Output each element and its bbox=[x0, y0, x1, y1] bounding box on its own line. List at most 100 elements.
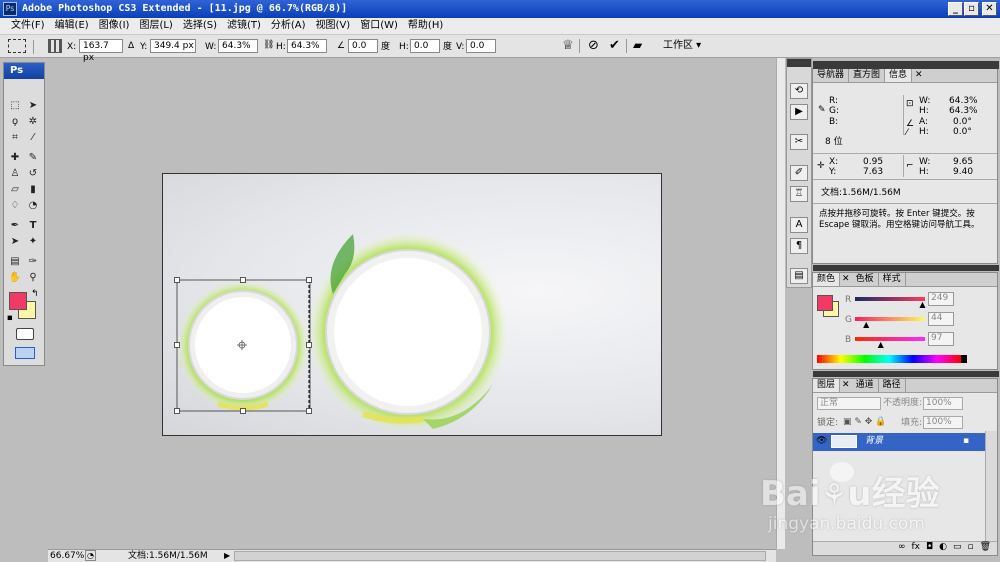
notes-tool-icon[interactable]: ▤ bbox=[8, 256, 22, 268]
tab-layers[interactable]: 图层 bbox=[813, 379, 841, 392]
clone-stamp-tool-icon[interactable]: ♙ bbox=[8, 168, 22, 180]
warp-icon[interactable]: ♕ bbox=[562, 38, 574, 53]
r-slider-thumb[interactable]: ▲ bbox=[919, 300, 925, 309]
tab-info[interactable]: 信息 bbox=[885, 69, 913, 82]
layer-row-background[interactable]: 👁 背景 ▪ bbox=[813, 433, 985, 451]
eyedropper-tool-icon[interactable]: ✑ bbox=[26, 256, 40, 268]
tab-histogram[interactable]: 直方图 bbox=[849, 69, 886, 82]
healing-brush-tool-icon[interactable]: ✚ bbox=[8, 152, 22, 164]
minimize-button[interactable]: _ bbox=[948, 2, 963, 16]
adjustment-layer-icon[interactable]: ◐ bbox=[939, 542, 947, 555]
zoom-tool-icon[interactable]: ⚲ bbox=[26, 272, 40, 284]
menu-filter[interactable]: 滤镜(T) bbox=[222, 18, 266, 34]
menu-help[interactable]: 帮助(H) bbox=[403, 18, 448, 34]
tab-navigator[interactable]: 导航器 bbox=[813, 69, 850, 82]
transform-tool-icon[interactable] bbox=[8, 39, 26, 53]
brushes-icon[interactable]: ✐ bbox=[790, 165, 808, 181]
move-tool-icon[interactable]: ➤ bbox=[26, 100, 40, 112]
magic-wand-tool-icon[interactable]: ✲ bbox=[26, 116, 40, 128]
menu-edit[interactable]: 编辑(E) bbox=[50, 18, 94, 34]
g-value-input[interactable]: 44 bbox=[928, 312, 954, 326]
vertical-scrollbar[interactable] bbox=[776, 58, 785, 549]
close-tab-icon[interactable]: ✕ bbox=[840, 273, 852, 286]
marquee-tool-icon[interactable]: ⬚ bbox=[8, 100, 22, 112]
screen-mode-icon[interactable] bbox=[15, 347, 35, 359]
delta-icon[interactable]: Δ bbox=[128, 40, 134, 52]
status-menu-icon[interactable]: ◔ bbox=[85, 550, 96, 561]
color-spectrum-bar[interactable] bbox=[817, 355, 961, 363]
menu-select[interactable]: 选择(S) bbox=[178, 18, 222, 34]
link-icon[interactable]: ⛓ bbox=[263, 39, 274, 51]
pen-tool-icon[interactable]: ✒ bbox=[8, 220, 22, 232]
layer-style-icon[interactable]: fx bbox=[911, 542, 920, 555]
opacity-input[interactable]: 100% bbox=[923, 397, 963, 410]
vskew-input[interactable]: 0.0 bbox=[466, 39, 496, 53]
horizontal-scrollbar[interactable] bbox=[234, 551, 766, 561]
menu-view[interactable]: 视图(V) bbox=[311, 18, 356, 34]
menu-window[interactable]: 窗口(W) bbox=[355, 18, 403, 34]
blend-mode-select[interactable]: 正常 bbox=[817, 397, 881, 410]
workspace-menu[interactable]: 工作区 ▾ bbox=[663, 40, 701, 52]
gradient-tool-icon[interactable]: ▮ bbox=[26, 184, 40, 196]
brush-tool-icon[interactable]: ✎ bbox=[26, 152, 40, 164]
foreground-color-swatch[interactable] bbox=[9, 292, 27, 310]
new-layer-icon[interactable]: ▫ bbox=[967, 542, 973, 555]
layer-name[interactable]: 背景 bbox=[865, 436, 883, 447]
tab-channels[interactable]: 通道 bbox=[852, 379, 879, 392]
spectrum-black-swatch[interactable] bbox=[961, 355, 967, 363]
paragraph-icon[interactable]: ¶ bbox=[790, 238, 808, 254]
swap-colors-icon[interactable]: ↰ bbox=[31, 289, 39, 299]
tool-presets-icon[interactable]: ✂ bbox=[790, 134, 808, 150]
menu-image[interactable]: 图像(I) bbox=[94, 18, 135, 34]
new-group-icon[interactable]: ▭ bbox=[953, 542, 962, 555]
shape-tool-icon[interactable]: ✦ bbox=[26, 236, 40, 248]
tab-paths[interactable]: 路径 bbox=[879, 379, 906, 392]
default-colors-icon[interactable]: ◾ bbox=[7, 313, 13, 322]
menu-analysis[interactable]: 分析(A) bbox=[266, 18, 311, 34]
color-panel-fg-swatch[interactable] bbox=[817, 295, 833, 311]
tab-swatches[interactable]: 色板 bbox=[852, 273, 879, 286]
character-icon[interactable]: A bbox=[790, 217, 808, 233]
visibility-eye-icon[interactable]: 👁 bbox=[816, 436, 827, 447]
dock-grip[interactable] bbox=[787, 59, 811, 67]
lasso-tool-icon[interactable]: ϙ bbox=[8, 116, 22, 128]
restore-button[interactable]: ▫ bbox=[964, 2, 979, 16]
x-input[interactable]: 163.7 px bbox=[79, 39, 123, 63]
crop-tool-icon[interactable]: ⌗ bbox=[8, 132, 22, 144]
status-arrow-icon[interactable]: ▶ bbox=[224, 550, 230, 562]
history-brush-tool-icon[interactable]: ↺ bbox=[26, 168, 40, 180]
layer-comps-icon[interactable]: ▤ bbox=[790, 268, 808, 284]
actions-icon[interactable]: ▶ bbox=[790, 104, 808, 120]
panel-grip[interactable] bbox=[813, 371, 999, 377]
reference-point-icon[interactable] bbox=[48, 39, 62, 53]
app-icon[interactable]: Ps bbox=[3, 2, 17, 16]
slice-tool-icon[interactable]: ⁄ bbox=[26, 132, 40, 144]
panel-grip[interactable] bbox=[813, 61, 999, 69]
hand-tool-icon[interactable]: ✋ bbox=[8, 272, 22, 284]
history-icon[interactable]: ⟲ bbox=[790, 83, 808, 99]
layers-scrollbar[interactable] bbox=[985, 431, 997, 541]
eraser-tool-icon[interactable]: ▱ bbox=[8, 184, 22, 196]
r-slider[interactable] bbox=[855, 297, 925, 301]
dodge-tool-icon[interactable]: ◔ bbox=[26, 200, 40, 212]
angle-input[interactable]: 0.0 bbox=[348, 39, 378, 53]
clone-source-icon[interactable]: ♖ bbox=[790, 186, 808, 202]
tab-color[interactable]: 颜色 bbox=[813, 273, 841, 286]
hskew-input[interactable]: 0.0 bbox=[410, 39, 440, 53]
close-button[interactable]: ✕ bbox=[982, 2, 997, 16]
close-tab-icon[interactable]: ✕ bbox=[840, 379, 852, 392]
menu-file[interactable]: 文件(F) bbox=[6, 18, 50, 34]
quick-mask-icon[interactable] bbox=[16, 328, 34, 340]
brush-palette-icon[interactable]: ▰ bbox=[633, 38, 642, 52]
cancel-transform-icon[interactable]: ⊘ bbox=[588, 38, 599, 53]
close-tab-icon[interactable]: ✕ bbox=[912, 69, 926, 82]
w-input[interactable]: 64.3% bbox=[218, 39, 258, 53]
g-slider-thumb[interactable]: ▲ bbox=[863, 320, 869, 329]
delete-layer-icon[interactable]: 🗑 bbox=[980, 542, 991, 555]
document-canvas[interactable] bbox=[162, 173, 662, 436]
lock-icons[interactable]: ▣ ✎ ✥ 🔒 bbox=[843, 417, 886, 428]
panel-grip[interactable] bbox=[813, 265, 999, 271]
menu-layer[interactable]: 图层(L) bbox=[134, 18, 177, 34]
path-selection-tool-icon[interactable]: ➤ bbox=[8, 236, 22, 248]
b-value-input[interactable]: 97 bbox=[928, 332, 954, 346]
